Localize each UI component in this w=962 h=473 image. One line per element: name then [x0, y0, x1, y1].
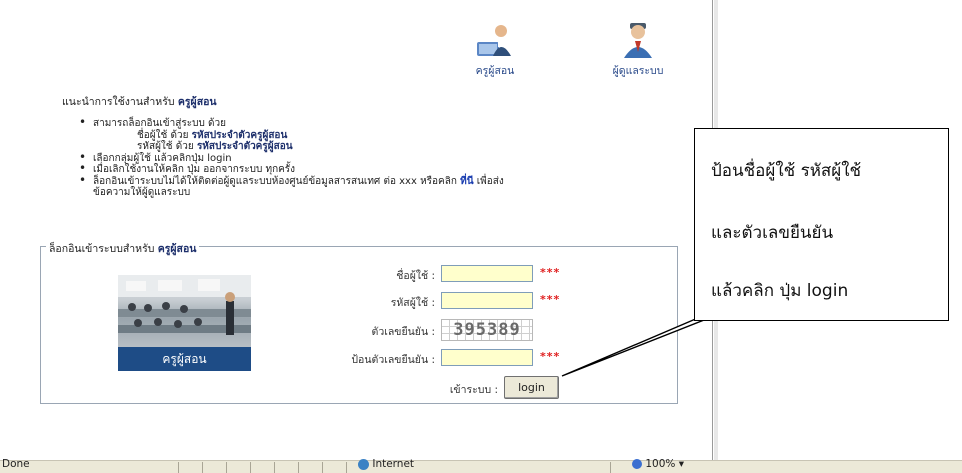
- callout-line-1: ป้อนชื่อผู้ใช้ รหัสผู้ใช้: [711, 161, 862, 181]
- zoom-icon: [632, 459, 642, 469]
- security-zone: Internet: [358, 458, 414, 470]
- globe-icon: [358, 458, 369, 470]
- instruction-callout: ป้อนชื่อผู้ใช้ รหัสผู้ใช้ และตัวเลขยืนยั…: [694, 128, 949, 321]
- status-bar: Done Internet 100% ▾: [0, 458, 962, 473]
- callout-line-3: แล้วคลิก ปุ่ม login: [711, 281, 849, 301]
- status-text: Done: [2, 458, 30, 470]
- callout-line-2: และตัวเลขยืนยัน: [711, 223, 834, 243]
- zoom-control[interactable]: 100% ▾: [632, 458, 684, 470]
